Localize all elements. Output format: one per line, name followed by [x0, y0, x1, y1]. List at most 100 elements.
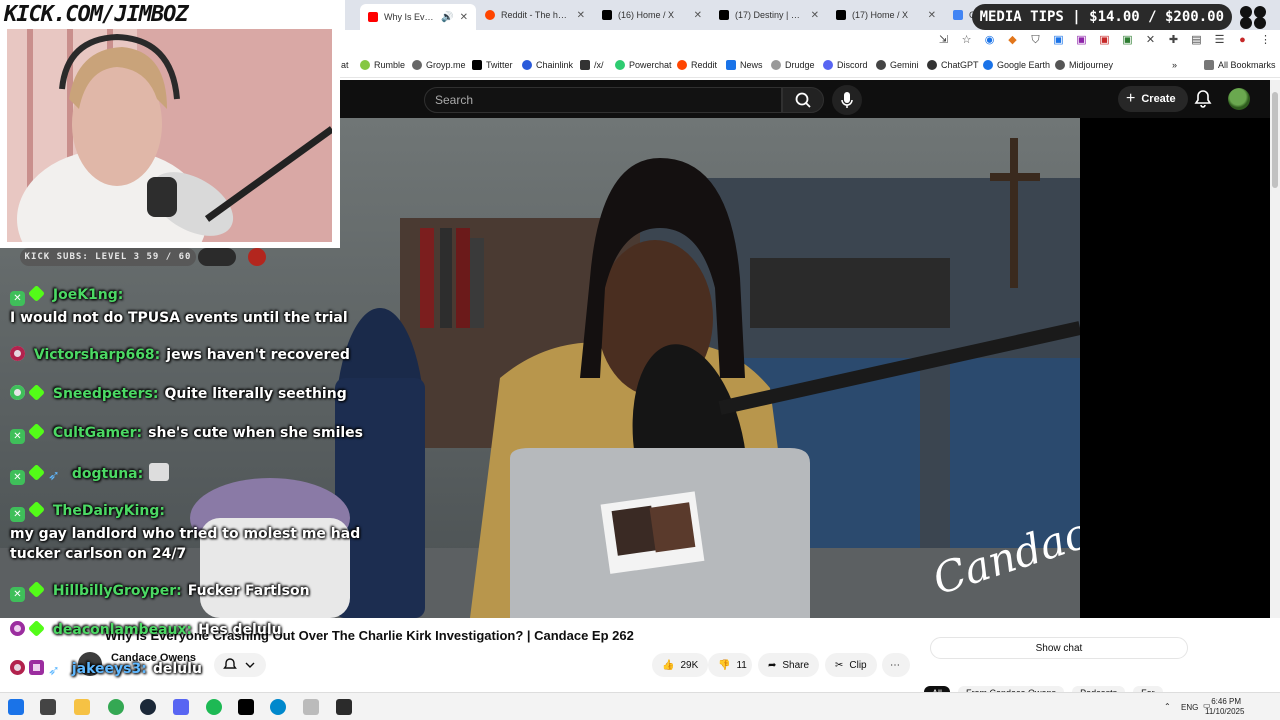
tab-x-home[interactable]: (16) Home / X ✕ [594, 4, 710, 26]
obs-icon[interactable] [336, 699, 352, 715]
chat-text: jews haven't recovered [166, 347, 350, 363]
extension-icon[interactable]: ▣ [1098, 34, 1111, 47]
steam-icon[interactable] [140, 699, 156, 715]
puzzle-icon[interactable]: ✚ [1167, 34, 1180, 47]
tab-x-home-2[interactable]: (17) Home / X ✕ [828, 4, 944, 26]
create-button[interactable]: + Create [1118, 86, 1188, 112]
bookmark-label: Midjourney [1069, 60, 1114, 70]
bookmark-item[interactable]: Twitter [472, 60, 513, 70]
tab-x-destiny[interactable]: (17) Destiny | Steve ✕ [711, 4, 827, 26]
scrollbar-thumb[interactable] [1272, 92, 1278, 188]
plus-icon: + [1126, 90, 1136, 107]
clip-button[interactable]: ✂ Clip [825, 653, 877, 677]
like-button[interactable]: 👍 29K [652, 653, 708, 677]
bookmark-item[interactable]: ChatGPT [927, 60, 979, 70]
bookmark-item[interactable]: Discord [823, 60, 868, 70]
install-app-icon[interactable]: ⇲ [937, 34, 950, 47]
tab-reddit[interactable]: Reddit - The heart c ✕ [477, 4, 593, 26]
chat-message: ✕ HillbillyGroyper: Fucker Fartlson [10, 581, 310, 602]
chatgpt-icon [927, 60, 937, 70]
all-bookmarks[interactable]: All Bookmarks [1204, 60, 1276, 70]
bookmark-label: Rumble [374, 60, 406, 70]
app-icon[interactable] [303, 699, 319, 715]
like-count: 29K [680, 659, 699, 671]
streamer-webcam [7, 29, 332, 242]
shield-icon[interactable]: ⛉ [1029, 34, 1042, 47]
extension-icon[interactable]: ▣ [1121, 34, 1134, 47]
extension-icon[interactable]: ◉ [983, 34, 996, 47]
share-button[interactable]: ➦ Share [758, 653, 820, 677]
close-icon[interactable]: ✕ [811, 10, 819, 21]
bookmark-item[interactable]: Powerchat [615, 60, 672, 70]
language-indicator[interactable]: ENG [1181, 703, 1198, 713]
subscription-bell-button[interactable] [214, 653, 266, 677]
chat-text: delulu [152, 661, 202, 677]
spotify-icon[interactable] [206, 699, 222, 715]
x-extension-icon[interactable]: ✕ [1144, 34, 1157, 47]
bookmark-item[interactable]: News [726, 60, 763, 70]
account-avatar[interactable] [1228, 88, 1250, 110]
show-chat-button[interactable]: Show chat [930, 637, 1188, 659]
clock[interactable]: 6:46 PM 11/10/2025 [1205, 697, 1244, 717]
chat-username: deaconlambeaux: [52, 622, 193, 638]
more-actions-button[interactable]: ⋯ [882, 653, 910, 677]
search-input[interactable]: Search [424, 87, 782, 113]
kick-badge-icon [28, 423, 45, 440]
bookmark-label: ChatGPT [941, 60, 979, 70]
bookmark-item[interactable]: Google Earth [983, 60, 1050, 70]
kebab-menu-icon[interactable]: ⋮ [1259, 34, 1272, 47]
dislike-button[interactable]: 👎 11 [708, 653, 752, 677]
menu-list-icon[interactable]: ☰ [1213, 34, 1226, 47]
extension-icon[interactable]: ▣ [1052, 34, 1065, 47]
bookmark-item[interactable]: Drudge [771, 60, 815, 70]
kick-badge-icon [28, 285, 45, 302]
overlay-logo-icon [198, 248, 236, 266]
chrome-icon[interactable] [108, 699, 124, 715]
search-button[interactable] [782, 87, 824, 113]
bookmark-item[interactable]: Midjourney [1055, 60, 1113, 70]
screen: Why Is Everyone 🔊 ✕ Reddit - The heart c… [0, 0, 1280, 720]
all-bookmarks-label: All Bookmarks [1218, 60, 1276, 70]
bookmark-star-icon[interactable]: ☆ [960, 34, 973, 47]
bookmark-item[interactable]: Reddit [677, 60, 717, 70]
chat-text: Fucker Fartlson [187, 583, 310, 599]
chat-message: ✕ ➶ dogtuna: [10, 463, 170, 485]
notifications-bell-icon[interactable] [1192, 88, 1214, 110]
discord-icon[interactable] [173, 699, 189, 715]
sidepanel-icon[interactable]: ▤ [1190, 34, 1203, 47]
midjourney-icon [1055, 60, 1065, 70]
bookmark-item[interactable]: Groyp.me [412, 60, 466, 70]
tab-youtube[interactable]: Why Is Everyone 🔊 ✕ [360, 4, 476, 30]
bookmark-item[interactable]: Rumble [360, 60, 405, 70]
profile-icon[interactable]: ● [1236, 34, 1249, 47]
metamask-icon[interactable]: ◆ [1006, 34, 1019, 47]
chat-message: ✕ CultGamer: she's cute when she smiles [10, 423, 363, 444]
gemini-icon [876, 60, 886, 70]
extension-icon[interactable]: ▣ [1075, 34, 1088, 47]
file-explorer-icon[interactable] [74, 699, 90, 715]
groyp-icon [412, 60, 422, 70]
telegram-icon[interactable] [270, 699, 286, 715]
terminal-icon[interactable] [238, 699, 254, 715]
subscriber-badge-icon [10, 385, 25, 400]
bookmark-item[interactable]: Chainlink [522, 60, 573, 70]
chat-username: Sneedpeters: [52, 386, 159, 402]
close-icon[interactable]: ✕ [460, 12, 468, 23]
speaker-icon[interactable]: 🔊 [441, 12, 453, 23]
create-label: Create [1141, 93, 1176, 105]
close-icon[interactable]: ✕ [577, 10, 585, 21]
dislike-count: 11 [736, 659, 747, 671]
windows-start-icon[interactable] [8, 699, 24, 715]
tray-chevron-icon[interactable]: ⌃ [1164, 702, 1171, 712]
bookmarks-overflow[interactable]: » [1172, 60, 1177, 70]
bookmark-item[interactable]: at [341, 60, 349, 70]
close-icon[interactable]: ✕ [928, 10, 936, 21]
voice-search-button[interactable] [832, 85, 862, 115]
cat-emote-icon [149, 463, 170, 481]
close-icon[interactable]: ✕ [694, 10, 702, 21]
bookmark-item[interactable]: /x/ [580, 60, 604, 70]
bookmark-item[interactable]: Gemini [876, 60, 919, 70]
kick-badge-icon [28, 464, 45, 481]
chat-username: CultGamer: [52, 425, 143, 441]
task-view-icon[interactable] [40, 699, 56, 715]
